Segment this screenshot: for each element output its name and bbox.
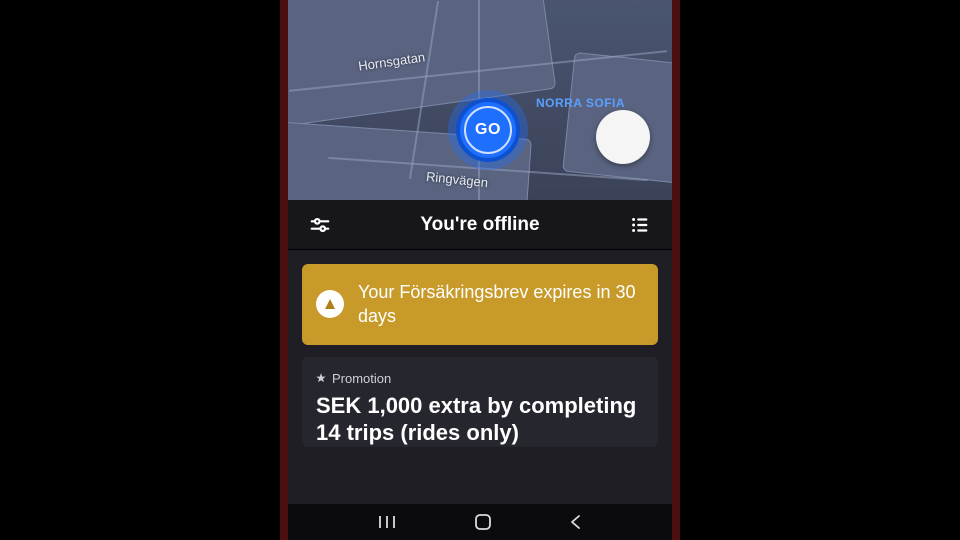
go-button-label: GO <box>464 106 512 154</box>
home-button[interactable] <box>474 513 492 531</box>
locate-button[interactable] <box>596 110 650 164</box>
warning-icon: ▲ <box>316 290 344 318</box>
phone-frame: Hornsgatan Ringvägen NORRA SOFIA GO You'… <box>280 0 680 540</box>
preferences-icon[interactable] <box>306 211 334 239</box>
go-button[interactable]: GO <box>456 98 520 162</box>
document-expiry-alert[interactable]: ▲ Your Försäkringsbrev expires in 30 day… <box>302 264 658 345</box>
android-navbar <box>288 504 672 540</box>
bottom-panel: ▲ Your Försäkringsbrev expires in 30 day… <box>288 250 672 504</box>
recents-button[interactable] <box>377 515 397 529</box>
promotion-card[interactable]: Promotion SEK 1,000 extra by completing … <box>302 357 658 447</box>
map-view[interactable]: Hornsgatan Ringvägen NORRA SOFIA GO <box>288 0 672 200</box>
status-title: You're offline <box>420 214 539 236</box>
promotion-title: SEK 1,000 extra by completing 14 trips (… <box>316 392 644 447</box>
list-icon[interactable] <box>626 211 654 239</box>
status-bar: You're offline <box>288 200 672 250</box>
alert-text: Your Försäkringsbrev expires in 30 days <box>358 280 644 329</box>
warning-glyph: ▲ <box>322 294 339 314</box>
promotion-tag: Promotion <box>316 371 644 386</box>
district-label: NORRA SOFIA <box>536 96 625 110</box>
back-button[interactable] <box>569 514 583 530</box>
